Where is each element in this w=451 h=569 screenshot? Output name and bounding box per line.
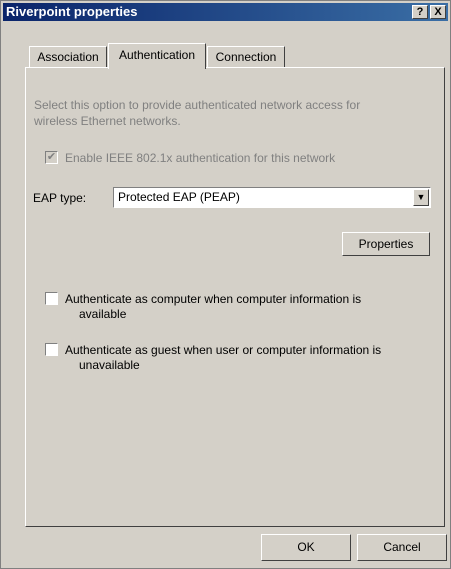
tab-association[interactable]: Association: [29, 46, 107, 67]
cancel-button[interactable]: Cancel: [357, 534, 447, 561]
auth-computer-checkbox[interactable]: [45, 292, 58, 305]
tab-authentication[interactable]: Authentication: [108, 43, 206, 69]
title-bar[interactable]: Riverpoint properties ? X: [3, 3, 448, 21]
close-button[interactable]: X: [430, 5, 446, 19]
auth-guest-checkbox[interactable]: [45, 343, 58, 356]
ok-button[interactable]: OK: [261, 534, 351, 561]
properties-button[interactable]: Properties: [342, 232, 430, 256]
description-line-1: Select this option to provide authentica…: [34, 98, 361, 112]
tab-connection-label: Connection: [215, 50, 277, 64]
eap-type-select[interactable]: Protected EAP (PEAP) ▼: [113, 187, 431, 208]
chevron-down-icon[interactable]: ▼: [413, 189, 429, 206]
tab-connection[interactable]: Connection: [207, 46, 285, 67]
properties-dialog: Riverpoint properties ? X Association Au…: [0, 0, 451, 569]
close-icon: X: [434, 6, 442, 18]
auth-computer-label-line-1: Authenticate as computer when computer i…: [65, 292, 362, 306]
cancel-button-label: Cancel: [383, 540, 421, 554]
enable-8021x-checkbox[interactable]: ✔: [45, 151, 58, 164]
tab-association-label: Association: [37, 50, 99, 64]
help-button[interactable]: ?: [412, 5, 428, 19]
ok-button-label: OK: [297, 540, 315, 554]
eap-type-label: EAP type:: [33, 191, 87, 205]
enable-8021x-label: Enable IEEE 802.1x authentication for th…: [65, 151, 336, 165]
checkmark-icon: ✔: [46, 151, 57, 163]
description-line-2: wireless Ethernet networks.: [34, 114, 181, 128]
window-title: Riverpoint properties: [6, 4, 138, 19]
auth-computer-label-line-2: available: [79, 307, 127, 321]
auth-guest-label-line-1: Authenticate as guest when user or compu…: [65, 343, 382, 357]
tab-authentication-label: Authentication: [118, 48, 196, 62]
eap-type-value: Protected EAP (PEAP): [118, 190, 240, 204]
properties-button-label: Properties: [358, 237, 414, 251]
auth-guest-label-line-2: unavailable: [79, 358, 140, 372]
help-icon: ?: [416, 6, 424, 18]
